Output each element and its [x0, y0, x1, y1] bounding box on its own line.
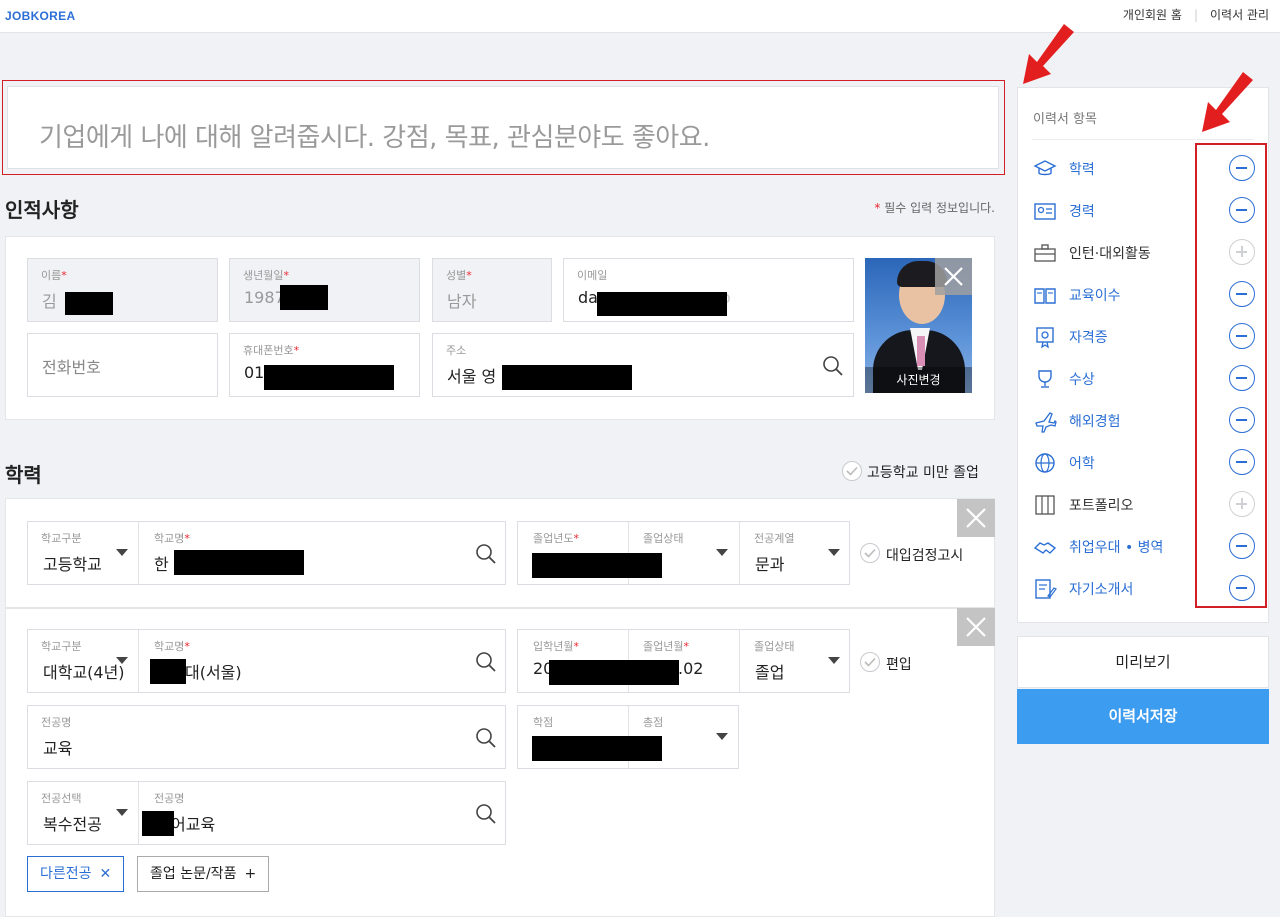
sidebar-item-label: 자격증	[1069, 330, 1108, 346]
second-major-input[interactable]: 전공명 어교육	[139, 782, 506, 846]
member-home-link[interactable]: 개인회원 홈	[1123, 6, 1182, 23]
ged-label: 대입검정고시	[886, 548, 964, 564]
sidebar-item-label: 포트폴리오	[1069, 498, 1134, 514]
graduation-cap-icon	[1033, 160, 1057, 176]
red-arrow-icon	[1023, 24, 1074, 84]
intro-highlight-box: 기업에게 나에 대해 알려줍시다. 강점, 목표, 관심분야도 좋아요.	[2, 80, 1005, 175]
high-school-school-group: 학교구분 고등학교 학교명* 한	[27, 521, 506, 585]
sidebar-item-label: 경력	[1069, 204, 1095, 220]
intro-placeholder: 기업에게 나에 대해 알려줍시다. 강점, 목표, 관심분야도 좋아요.	[39, 123, 710, 153]
resume-manage-link[interactable]: 이력서 관리	[1210, 6, 1269, 23]
search-icon[interactable]	[475, 651, 497, 673]
close-icon	[966, 508, 986, 528]
chevron-down-icon[interactable]	[828, 549, 840, 556]
sidebar-item-label: 해외경험	[1069, 414, 1121, 430]
school-name-input[interactable]: 학교명* 대(서울)	[139, 630, 506, 694]
address-search-icon[interactable]	[822, 355, 844, 377]
school-type-select[interactable]: 학교구분 대학교(4년)	[28, 630, 138, 694]
globe-icon	[1035, 453, 1055, 473]
second-major-group: 전공선택 복수전공 전공명 어교육	[27, 781, 506, 845]
other-major-chip[interactable]: 다른전공 ✕	[27, 856, 125, 892]
red-arrow-icon	[1202, 72, 1253, 132]
search-icon[interactable]	[475, 543, 497, 565]
ged-checkbox[interactable]	[860, 543, 880, 563]
top-bar: JOBKOREA 개인회원 홈 | 이력서 관리	[0, 0, 1280, 33]
handshake-icon	[1033, 542, 1057, 554]
phone-field[interactable]: 전화번호	[27, 333, 218, 397]
sidebar-item-label: 인턴·대외활동	[1069, 246, 1151, 262]
link-divider: |	[1193, 7, 1198, 22]
email-field[interactable]: 이메일 da o	[563, 258, 854, 322]
major-input[interactable]: 전공명 교육	[27, 705, 506, 769]
transfer-checkbox[interactable]	[860, 652, 880, 672]
chevron-down-icon[interactable]	[716, 733, 728, 740]
chevron-down-icon[interactable]	[716, 549, 728, 556]
major-type-select[interactable]: 전공선택 복수전공	[28, 782, 138, 846]
university-school-group: 학교구분 대학교(4년) 학교명* 대(서울)	[27, 629, 506, 693]
certificate-icon	[1036, 327, 1054, 349]
required-note: * 필수 입력 정보입니다.	[874, 201, 995, 215]
jobkorea-logo[interactable]: JOBKOREA	[5, 9, 75, 23]
photo-change-label[interactable]: 사진변경	[865, 367, 972, 393]
chevron-down-icon	[116, 809, 128, 816]
chevron-down-icon	[116, 549, 128, 556]
sidebar-item-label: 교육이수	[1069, 288, 1121, 304]
personal-info-title: 인적사항	[5, 198, 79, 222]
check-icon	[864, 548, 876, 558]
birth-field[interactable]: 생년월일* 1987	[229, 258, 420, 322]
mobile-field[interactable]: 휴대폰번호* 01	[229, 333, 420, 397]
under-high-school-checkbox[interactable]	[842, 461, 862, 481]
university-date-group: 입학년월* 20 졸업년월* .02 졸업상태 졸업	[517, 629, 850, 693]
search-icon[interactable]	[475, 727, 497, 749]
sidebar-divider	[1032, 139, 1254, 140]
preview-button[interactable]: 미리보기	[1017, 636, 1269, 688]
address-field[interactable]: 주소 서울 영	[432, 333, 854, 397]
sidebar-item-label: 자기소개서	[1069, 582, 1134, 598]
briefcase-icon	[1034, 244, 1056, 262]
under-high-school-label: 고등학교 미만 졸업	[867, 465, 979, 481]
top-links: 개인회원 홈 | 이력서 관리	[1123, 6, 1269, 23]
portfolio-icon	[1035, 495, 1055, 515]
document-pen-icon	[1035, 579, 1057, 599]
gender-field[interactable]: 성별* 남자	[432, 258, 552, 322]
id-card-icon	[1034, 203, 1056, 220]
remove-high-school-button[interactable]	[957, 499, 995, 537]
sidebar-item-label: 어학	[1069, 456, 1095, 472]
sidebar-item-label: 수상	[1069, 372, 1095, 388]
intro-input[interactable]: 기업에게 나에 대해 알려줍시다. 강점, 목표, 관심분야도 좋아요.	[7, 86, 999, 169]
check-icon	[846, 466, 858, 476]
sidebar-item-label: 학력	[1069, 162, 1095, 178]
high-school-grad-group: 졸업년도* 졸업상태 업 전공계열 문과	[517, 521, 850, 585]
close-icon[interactable]: ✕	[100, 866, 112, 882]
close-icon	[966, 617, 986, 637]
plus-icon: +	[244, 866, 257, 882]
school-name-input[interactable]: 학교명* 한	[139, 522, 506, 586]
education-title: 학력	[5, 463, 42, 487]
search-icon[interactable]	[475, 803, 497, 825]
trophy-icon	[1038, 370, 1052, 388]
toggle-highlight-box	[1195, 143, 1267, 608]
close-icon	[944, 267, 963, 286]
gpa-group: 학점 총점	[517, 705, 739, 769]
chevron-down-icon	[116, 657, 128, 664]
remove-university-button[interactable]	[957, 608, 995, 646]
airplane-icon	[1035, 412, 1057, 433]
check-icon	[864, 657, 876, 667]
name-field[interactable]: 이름* 김	[27, 258, 218, 322]
save-resume-button[interactable]: 이력서저장	[1017, 689, 1269, 744]
sidebar-title: 이력서 항목	[1033, 112, 1097, 127]
transfer-label: 편입	[886, 657, 912, 673]
book-icon	[1034, 288, 1056, 304]
thesis-chip[interactable]: 졸업 논문/작품 +	[137, 856, 270, 892]
school-type-select[interactable]: 학교구분 고등학교	[28, 522, 138, 586]
sidebar-item-label: 취업우대 • 병역	[1069, 540, 1164, 556]
chevron-down-icon[interactable]	[828, 657, 840, 664]
photo-remove-button[interactable]	[935, 258, 972, 295]
